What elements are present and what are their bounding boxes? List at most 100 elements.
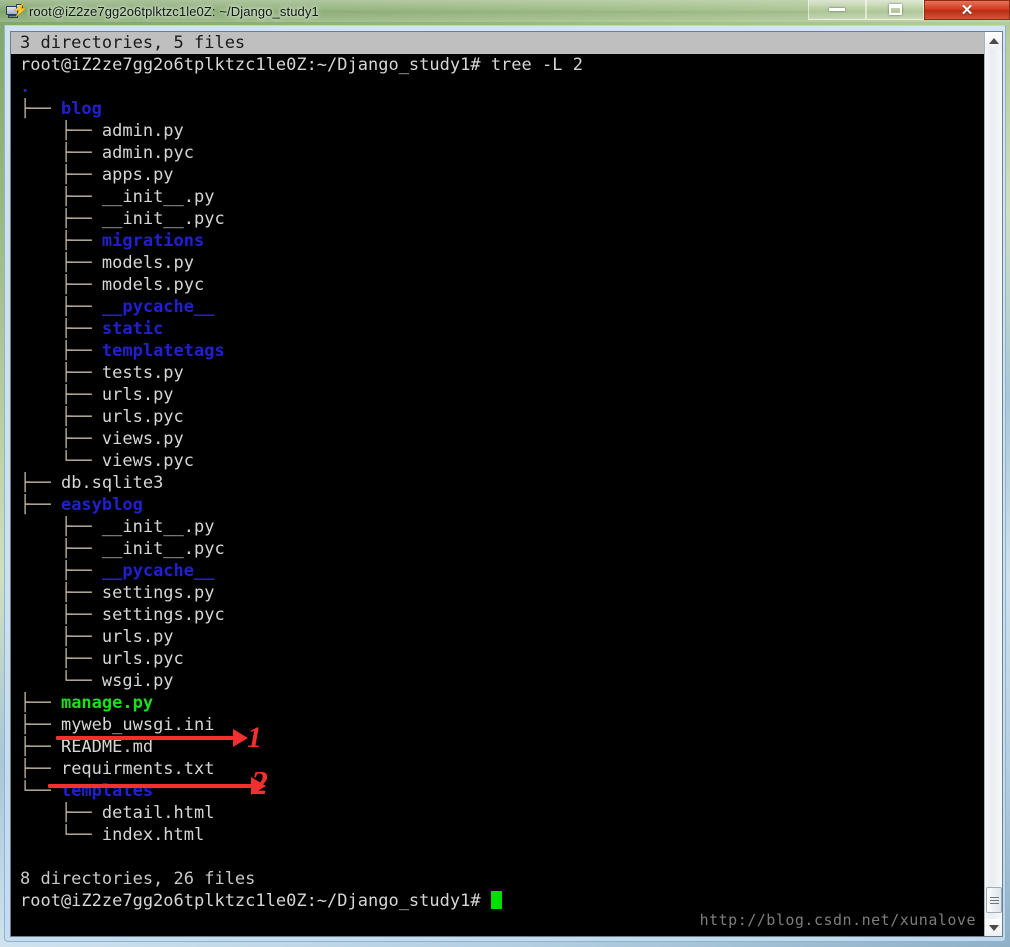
tree-branch-glyph: ├── bbox=[20, 363, 102, 383]
minimize-button[interactable] bbox=[808, 0, 866, 20]
tree-branch-glyph: ├── bbox=[20, 473, 61, 493]
tree-entry: ├── __pycache__ bbox=[11, 560, 984, 582]
tree-branch-glyph: ├── bbox=[20, 561, 102, 581]
close-button[interactable]: ✕ bbox=[924, 0, 1010, 20]
tree-entry-name: blog bbox=[60, 99, 102, 119]
tree-entry-name: settings.pyc bbox=[101, 605, 225, 625]
tree-entry-name: db.sqlite3 bbox=[60, 473, 164, 493]
tree-entry-name: detail.html bbox=[101, 803, 215, 823]
shell-prompt: root@iZ2ze7gg2o6tplktzc1le0Z:~/Django_st… bbox=[20, 55, 481, 75]
terminal-command-line: root@iZ2ze7gg2o6tplktzc1le0Z:~/Django_st… bbox=[11, 54, 984, 76]
terminal-window: ⚡ root@iZ2ze7gg2o6tplktzc1le0Z: ~/Django… bbox=[0, 0, 1010, 947]
tree-entry: ├── urls.py bbox=[11, 384, 984, 406]
tree-entry-name: templatetags bbox=[101, 341, 225, 361]
tree-entry-name: settings.py bbox=[101, 583, 215, 603]
tree-entry-name: urls.pyc bbox=[101, 407, 184, 427]
tree-entry: └── wsgi.py bbox=[11, 670, 984, 692]
tree-branch-glyph: ├── bbox=[20, 803, 102, 823]
tree-entry: └── views.pyc bbox=[11, 450, 984, 472]
tree-entry: ├── __init__.pyc bbox=[11, 538, 984, 560]
tree-entry-name: apps.py bbox=[101, 165, 174, 185]
tree-branch-glyph: ├── bbox=[20, 297, 102, 317]
tree-entry-name: tests.py bbox=[101, 363, 184, 383]
terminal-output[interactable]: 3 directories, 5 files root@iZ2ze7gg2o6t… bbox=[11, 32, 984, 936]
close-icon: ✕ bbox=[960, 1, 974, 19]
tree-entry-name: __init__.py bbox=[101, 517, 215, 537]
tree-entry: ├── urls.pyc bbox=[11, 648, 984, 670]
watermark-text: http://blog.csdn.net/xunalove bbox=[699, 911, 976, 929]
tree-entry-name: admin.pyc bbox=[101, 143, 195, 163]
tree-entry-name: requirments.txt bbox=[60, 759, 215, 779]
tree-entry: ├── myweb_uwsgi.ini bbox=[11, 714, 984, 736]
tree-entry: ├── admin.py bbox=[11, 120, 984, 142]
tree-branch-glyph: ├── bbox=[20, 319, 102, 339]
tree-summary: 8 directories, 26 files bbox=[20, 869, 256, 889]
tree-branch-glyph: ├── bbox=[20, 693, 61, 713]
tree-entry-name: static bbox=[101, 319, 164, 339]
vertical-scrollbar[interactable] bbox=[984, 32, 1002, 936]
tree-entry: ├── templatetags bbox=[11, 340, 984, 362]
tree-entry-name: __pycache__ bbox=[101, 297, 215, 317]
tree-entry: ├── requirments.txt bbox=[11, 758, 984, 780]
tree-entry: ├── admin.pyc bbox=[11, 142, 984, 164]
tree-branch-glyph: ├── bbox=[20, 649, 102, 669]
tree-entry-name: __init__.py bbox=[101, 187, 215, 207]
scrollbar-thumb[interactable] bbox=[986, 887, 1002, 913]
tree-entry: ├── settings.py bbox=[11, 582, 984, 604]
tree-entry-name: models.pyc bbox=[101, 275, 205, 295]
tree-entry: └── templates bbox=[11, 780, 984, 802]
window-title: root@iZ2ze7gg2o6tplktzc1le0Z: ~/Django_s… bbox=[29, 3, 319, 19]
tree-branch-glyph: ├── bbox=[20, 605, 102, 625]
minimize-icon bbox=[829, 8, 845, 11]
scroll-up-button[interactable] bbox=[985, 32, 1002, 49]
tree-entry: ├── easyblog bbox=[11, 494, 984, 516]
tree-branch-glyph: ├── bbox=[20, 495, 61, 515]
tree-entry: ├── apps.py bbox=[11, 164, 984, 186]
tree-entry-name: manage.py bbox=[60, 693, 154, 713]
tree-entry-name: README.md bbox=[60, 737, 154, 757]
tree-branch-glyph: ├── bbox=[20, 341, 102, 361]
tree-entry-name: views.pyc bbox=[101, 451, 195, 471]
tree-entry-name: migrations bbox=[101, 231, 205, 251]
tree-branch-glyph: ├── bbox=[20, 165, 102, 185]
tree-entry: ├── urls.py bbox=[11, 626, 984, 648]
desktop-background: ⚡ root@iZ2ze7gg2o6tplktzc1le0Z: ~/Django… bbox=[0, 0, 1010, 947]
tree-branch-glyph: ├── bbox=[20, 253, 102, 273]
tree-root-entry: . bbox=[20, 77, 31, 97]
tree-branch-glyph: ├── bbox=[20, 737, 61, 757]
scrollbar-track-upper[interactable] bbox=[985, 49, 1002, 887]
tree-branch-glyph: ├── bbox=[20, 187, 102, 207]
tree-entry: ├── manage.py bbox=[11, 692, 984, 714]
tree-entry-name: models.py bbox=[101, 253, 195, 273]
maximize-button[interactable] bbox=[866, 0, 924, 20]
terminal-line-selected: 3 directories, 5 files bbox=[11, 32, 984, 54]
maximize-icon bbox=[888, 4, 902, 15]
tree-branch-glyph: └── bbox=[20, 825, 102, 845]
tree-branch-glyph: ├── bbox=[20, 121, 102, 141]
window-client-area: 3 directories, 5 files root@iZ2ze7gg2o6t… bbox=[10, 31, 1003, 937]
tree-branch-glyph: ├── bbox=[20, 231, 102, 251]
tree-branch-glyph: ├── bbox=[20, 385, 102, 405]
shell-command: tree -L 2 bbox=[480, 55, 583, 75]
window-titlebar[interactable]: ⚡ root@iZ2ze7gg2o6tplktzc1le0Z: ~/Django… bbox=[0, 0, 1010, 22]
tree-entry-name: wsgi.py bbox=[101, 671, 174, 691]
scroll-down-button[interactable] bbox=[985, 919, 1002, 936]
shell-prompt-final: root@iZ2ze7gg2o6tplktzc1le0Z:~/Django_st… bbox=[20, 891, 481, 911]
tree-branch-glyph: └── bbox=[20, 451, 102, 471]
putty-terminal-icon: ⚡ bbox=[4, 2, 28, 20]
tree-entry: ├── settings.pyc bbox=[11, 604, 984, 626]
tree-branch-glyph: └── bbox=[20, 671, 102, 691]
tree-entry: ├── models.pyc bbox=[11, 274, 984, 296]
tree-entry: ├── detail.html bbox=[11, 802, 984, 824]
window-client-frame: 3 directories, 5 files root@iZ2ze7gg2o6t… bbox=[4, 25, 1006, 942]
tree-branch-glyph: ├── bbox=[20, 209, 102, 229]
tree-listing: ├── blog ├── admin.py ├── admin.pyc ├── … bbox=[11, 98, 984, 846]
tree-entry: ├── static bbox=[11, 318, 984, 340]
tree-entry-name: templates bbox=[60, 781, 154, 801]
tree-entry-name: easyblog bbox=[60, 495, 143, 515]
tree-entry: ├── models.py bbox=[11, 252, 984, 274]
tree-entry: ├── tests.py bbox=[11, 362, 984, 384]
window-controls: ✕ bbox=[808, 0, 1010, 21]
tree-entry-name: urls.py bbox=[101, 385, 174, 405]
